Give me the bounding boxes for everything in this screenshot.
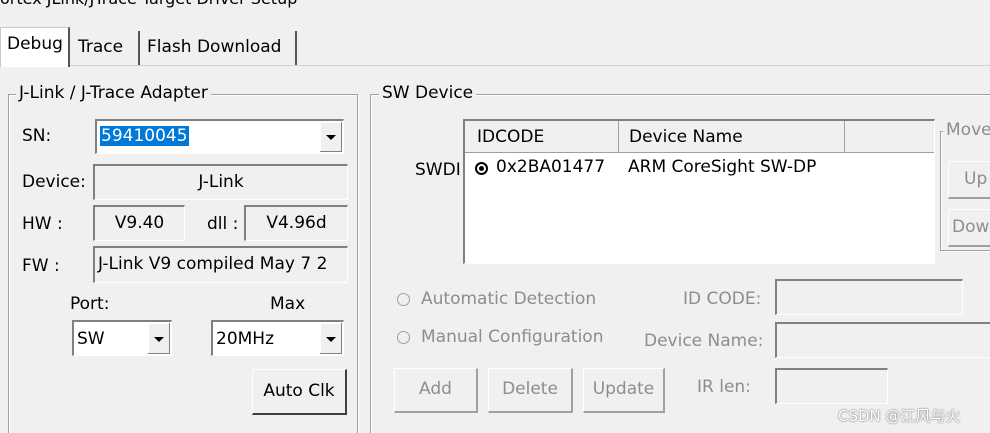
max-label: Max (270, 294, 306, 314)
row-device-name: ARM CoreSight SW-DP (628, 157, 817, 177)
device-name-label: Device Name: (644, 331, 764, 351)
tab-flash-download[interactable]: Flash Download (141, 31, 297, 65)
move-down-button[interactable]: Dow (948, 209, 990, 247)
window-title: ortex JLink/JTrace Target Driver Setup (0, 0, 297, 8)
device-field: J-Link (93, 164, 348, 200)
table-row[interactable]: 0x2BA01477 ARM CoreSight SW-DP (465, 153, 934, 183)
hw-label: HW : (22, 214, 63, 234)
manual-configuration-label[interactable]: Manual Configuration (421, 327, 603, 347)
automatic-detection-label[interactable]: Automatic Detection (421, 289, 596, 309)
tab-debug[interactable]: Debug (0, 27, 70, 67)
id-code-input[interactable] (775, 279, 963, 315)
chevron-down-icon[interactable] (319, 323, 342, 354)
row-idcode: 0x2BA01477 (496, 157, 606, 177)
column-header-idcode[interactable]: IDCODE (465, 121, 619, 153)
device-label: Device: (22, 172, 86, 192)
delete-button[interactable]: Delete (488, 368, 573, 413)
sw-device-group-title: SW Device (379, 83, 477, 103)
fw-label: FW : (22, 256, 60, 276)
column-header-empty (845, 121, 934, 153)
ir-len-input[interactable] (775, 368, 888, 404)
chevron-down-icon[interactable] (319, 122, 342, 152)
device-list[interactable]: IDCODE Device Name 0x2BA01477 ARM CoreSi… (463, 119, 935, 264)
swdi-label: SWDI (415, 160, 461, 180)
ir-len-label: IR len: (697, 377, 751, 397)
chevron-down-icon[interactable] (147, 323, 170, 354)
hw-field: V9.40 (93, 205, 185, 241)
manual-configuration-radio[interactable] (397, 331, 410, 344)
id-code-label: ID CODE: (683, 289, 762, 309)
sn-combobox[interactable]: 59410045 (95, 119, 344, 154)
port-label: Port: (70, 294, 110, 314)
port-value: SW (77, 329, 105, 349)
dll-field: V4.96d (244, 205, 348, 241)
sn-value: 59410045 (100, 126, 189, 146)
move-up-button[interactable]: Up (948, 161, 990, 199)
max-clock-value: 20MHz (216, 329, 275, 349)
update-button[interactable]: Update (583, 368, 665, 413)
move-group-title: Move (943, 120, 990, 140)
tab-trace[interactable]: Trace (72, 31, 140, 65)
dll-label: dll : (207, 214, 239, 234)
device-name-input[interactable] (775, 322, 990, 358)
fw-field: J-Link V9 compiled May 7 2 (93, 246, 348, 283)
adapter-group-title: J-Link / J-Trace Adapter (16, 83, 211, 103)
automatic-detection-radio[interactable] (397, 293, 410, 306)
sn-label: SN: (22, 126, 52, 146)
add-button[interactable]: Add (394, 368, 478, 413)
max-clock-combobox[interactable]: 20MHz (211, 320, 344, 356)
watermark: CSDN @江风与火 (838, 407, 961, 425)
auto-clk-button[interactable]: Auto Clk (252, 369, 347, 415)
selected-row-icon (475, 162, 488, 175)
port-combobox[interactable]: SW (72, 320, 172, 356)
column-header-device-name[interactable]: Device Name (619, 121, 845, 153)
